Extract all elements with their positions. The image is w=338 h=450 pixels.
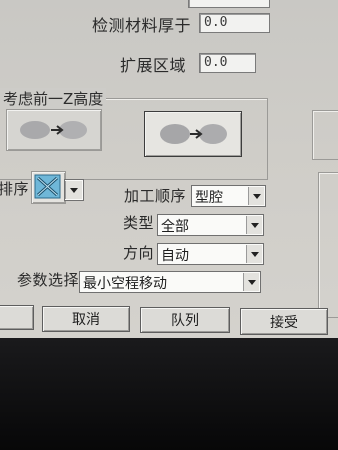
prev-z-group-title: 考虑前一Z高度: [0, 88, 107, 109]
type-select[interactable]: 全部: [157, 214, 264, 236]
order-dropdown-arrow[interactable]: [64, 179, 84, 201]
param-select-value: 最小空程移动: [83, 276, 167, 292]
order-label: 排序: [0, 180, 30, 198]
surface-arrow-icon: [20, 121, 87, 139]
direction-label: 方向: [123, 244, 155, 262]
dialog-window: 检测材料厚于 0.0 扩展区域 0.0 考虑前一Z高度 排序 加工顺序 型腔 类…: [0, 0, 338, 338]
extend-area-field[interactable]: 0.0: [199, 53, 256, 73]
param-select[interactable]: 最小空程移动: [79, 271, 261, 293]
extend-area-label: 扩展区域: [120, 56, 187, 75]
type-label: 类型: [123, 214, 155, 232]
monitor-bezel: [0, 338, 338, 450]
prev-z-mode-b-button[interactable]: [144, 111, 242, 157]
direction-value: 自动: [161, 248, 189, 264]
queue-button[interactable]: 队列: [140, 307, 230, 333]
chevron-down-icon: [65, 181, 82, 199]
cancel-button[interactable]: 取消: [42, 306, 130, 332]
chevron-down-icon: [246, 216, 262, 234]
machining-order-select[interactable]: 型腔: [191, 185, 266, 207]
chevron-down-icon: [243, 273, 259, 291]
check-thickness-label: 检测材料厚于: [92, 16, 192, 35]
surface-arrow-icon: [160, 124, 227, 144]
direction-select[interactable]: 自动: [157, 243, 264, 265]
top-cut-field[interactable]: [188, 0, 270, 8]
order-pattern-icon: [34, 174, 61, 199]
right-panel-frame-bottom: [318, 172, 338, 318]
check-thickness-field[interactable]: 0.0: [199, 13, 270, 33]
order-icon-button[interactable]: [31, 171, 66, 204]
right-panel-frame-top: [312, 110, 338, 160]
chevron-down-icon: [246, 245, 262, 263]
left-cut-button[interactable]: [0, 305, 34, 330]
type-value: 全部: [161, 219, 189, 235]
accept-button[interactable]: 接受: [240, 308, 328, 335]
machining-order-label: 加工顺序: [124, 187, 187, 205]
chevron-down-icon: [248, 187, 264, 205]
prev-z-mode-a-button[interactable]: [6, 109, 102, 151]
param-select-label: 参数选择: [17, 271, 80, 289]
machining-order-value: 型腔: [195, 190, 223, 206]
